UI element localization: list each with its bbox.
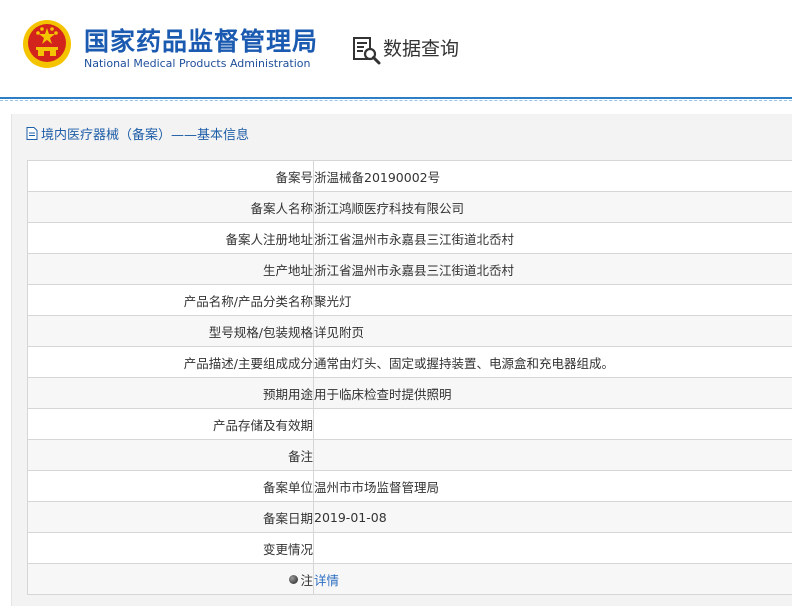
table-row: 预期用途 用于临床检查时提供照明: [27, 377, 792, 409]
pin-icon: [289, 574, 299, 584]
row-value: 浙江鸿顺医疗科技有限公司: [313, 191, 792, 223]
info-panel: 境内医疗器械（备案）——基本信息 备案号 浙温械备20190002号 备案人名称…: [11, 114, 792, 606]
note-value-cell: 详情: [313, 563, 792, 595]
row-value: 详见附页: [313, 315, 792, 347]
table-row: 产品描述/主要组成成分 通常由灯头、固定或握持装置、电源盒和充电器组成。: [27, 346, 792, 378]
table-row: 备案人注册地址 浙江省温州市永嘉县三江街道北岙村: [27, 222, 792, 254]
note-label: 注: [300, 572, 313, 588]
national-emblem-icon: [23, 20, 71, 68]
table-row: 生产地址 浙江省温州市永嘉县三江街道北岙村: [27, 253, 792, 285]
row-value: 浙江省温州市永嘉县三江街道北岙村: [313, 253, 792, 285]
row-label: 备案人名称: [27, 191, 314, 223]
row-label: 备案号: [27, 160, 314, 192]
row-value: [313, 532, 792, 564]
row-value: [313, 439, 792, 471]
table-row: 备案人名称 浙江鸿顺医疗科技有限公司: [27, 191, 792, 223]
row-value: 用于临床检查时提供照明: [313, 377, 792, 409]
table-row: 备案日期 2019-01-08: [27, 501, 792, 533]
info-table: 备案号 浙温械备20190002号 备案人名称 浙江鸿顺医疗科技有限公司 备案人…: [27, 160, 792, 595]
row-value: [313, 408, 792, 440]
org-name-cn: 国家药品监督管理局: [84, 27, 319, 56]
section-title: 境内医疗器械（备案）——基本信息: [26, 123, 249, 143]
row-value: 聚光灯: [313, 284, 792, 316]
table-row: 产品存储及有效期: [27, 408, 792, 440]
search-document-icon: [353, 37, 381, 65]
row-label: 产品描述/主要组成成分: [27, 346, 314, 378]
table-row: 备案号 浙温械备20190002号: [27, 160, 792, 192]
row-label: 预期用途: [27, 377, 314, 409]
data-query-link[interactable]: 数据查询: [383, 34, 459, 61]
row-label: 生产地址: [27, 253, 314, 285]
table-row: 备案单位 温州市市场监督管理局: [27, 470, 792, 502]
document-icon: [26, 126, 38, 140]
row-label: 备注: [27, 439, 314, 471]
org-name-en: National Medical Products Administration: [84, 57, 311, 70]
section-title-text: 境内医疗器械（备案）——基本信息: [41, 127, 250, 143]
row-value: 温州市市场监督管理局: [313, 470, 792, 502]
row-label: 变更情况: [27, 532, 314, 564]
row-label: 备案单位: [27, 470, 314, 502]
row-value: 浙江省温州市永嘉县三江街道北岙村: [313, 222, 792, 254]
row-label: 备案人注册地址: [27, 222, 314, 254]
row-label: 产品名称/产品分类名称: [27, 284, 314, 316]
header-divider: [0, 97, 792, 99]
detail-link[interactable]: 详情: [314, 573, 339, 588]
table-row: 备注: [27, 439, 792, 471]
note-label-cell: 注: [27, 563, 314, 595]
row-label: 产品存储及有效期: [27, 408, 314, 440]
site-header: 国家药品监督管理局 National Medical Products Admi…: [0, 0, 792, 98]
row-value: 2019-01-08: [313, 501, 792, 533]
row-value: 通常由灯头、固定或握持装置、电源盒和充电器组成。: [313, 346, 792, 378]
note-row: 注 详情: [27, 563, 792, 595]
table-row: 型号规格/包装规格 详见附页: [27, 315, 792, 347]
row-label: 型号规格/包装规格: [27, 315, 314, 347]
table-row: 产品名称/产品分类名称 聚光灯: [27, 284, 792, 316]
header-divider-dashed: [0, 100, 792, 101]
table-row: 变更情况: [27, 532, 792, 564]
row-value: 浙温械备20190002号: [313, 160, 792, 192]
row-label: 备案日期: [27, 501, 314, 533]
